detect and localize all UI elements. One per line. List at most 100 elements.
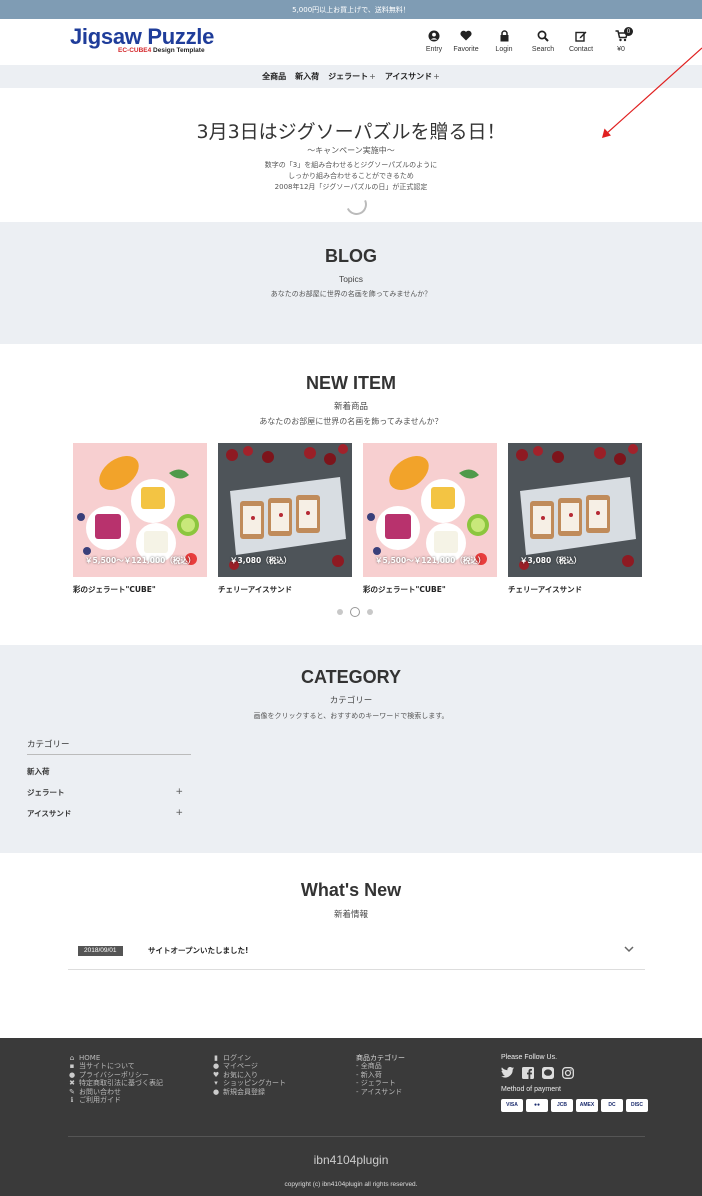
- product-image[interactable]: ￥3,080（税込）: [218, 443, 352, 577]
- footer-link-category[interactable]: - 新入荷: [356, 1071, 405, 1079]
- line-icon[interactable]: [541, 1066, 554, 1079]
- jcb-card-icon: JCB: [551, 1098, 573, 1112]
- hero-line: しっかり組み合わせることができるため: [288, 172, 414, 180]
- category-item-ice-sandwich[interactable]: アイスサンド +: [27, 803, 191, 824]
- footer-link-mypage[interactable]: ● マイページ: [212, 1062, 286, 1070]
- mastercard-icon: ●●: [526, 1098, 548, 1112]
- hero-subtitle: 〜キャンペーン実施中〜: [307, 146, 395, 155]
- lock-icon: [499, 28, 510, 43]
- payment-heading: Method of payment: [501, 1086, 561, 1094]
- nav-gelato[interactable]: ジェラート+: [328, 71, 376, 82]
- product-card[interactable]: ￥5,500～￥121,000（税込） 彩のジェラート"CUBE": [363, 443, 497, 595]
- footer-copyright: copyright (c) ibn4104plugin all rights r…: [284, 1181, 418, 1188]
- category-sidebar: カテゴリー 新入荷 ジェラート + アイスサンド +: [27, 738, 191, 824]
- product-image[interactable]: ￥5,500～￥121,000（税込）: [73, 443, 207, 577]
- blog-subtitle: Topics: [338, 274, 364, 284]
- cart-link[interactable]: 0 ¥0: [601, 27, 641, 53]
- category-item-gelato[interactable]: ジェラート +: [27, 782, 191, 803]
- site-logo[interactable]: Jigsaw Puzzle EC-CUBE4 Design Template: [70, 24, 215, 55]
- logo-title: Jigsaw Puzzle: [70, 24, 215, 49]
- site-header: Jigsaw Puzzle EC-CUBE4 Design Template E…: [0, 19, 702, 65]
- footer-link-category[interactable]: - 全商品: [356, 1062, 405, 1070]
- nav-ice-sandwich[interactable]: アイスサンド+: [385, 71, 440, 82]
- site-footer: ⌂ HOME ▪ 当サイトについて ● プライバシーポリシー ✖ 特定商取引法に基づく表…: [0, 1038, 702, 1196]
- product-image[interactable]: ￥3,080（税込）: [508, 443, 642, 577]
- footer-link-category[interactable]: - アイスサンド: [356, 1088, 405, 1096]
- mypage-icon: ●: [212, 1062, 220, 1071]
- follow-heading: Please Follow Us.: [501, 1054, 558, 1061]
- category-subtitle: カテゴリー: [329, 696, 373, 706]
- chevron-down-icon[interactable]: [622, 942, 636, 956]
- facebook-icon[interactable]: [521, 1066, 534, 1079]
- contact-link[interactable]: Contact: [561, 28, 601, 53]
- footer-link-favorite[interactable]: ♥ お気に入り: [212, 1071, 286, 1079]
- product-card[interactable]: ￥3,080（税込） チェリーアイスサンド: [508, 443, 642, 595]
- carousel-dot-active[interactable]: [350, 607, 360, 617]
- carousel-dots: [337, 607, 373, 617]
- favorite-link[interactable]: Favorite: [446, 28, 486, 53]
- payment-methods: VISA ●● JCB AMEX DC DISC: [501, 1098, 648, 1112]
- product-image[interactable]: ￥5,500～￥121,000（税込）: [363, 443, 497, 577]
- user-icon: ●: [212, 1087, 220, 1096]
- cart-icon: 0: [601, 27, 641, 43]
- expand-icon[interactable]: +: [175, 782, 183, 803]
- loading-spinner-icon: [343, 191, 370, 218]
- new-item-description: あなたのお部屋に世界の名画を飾ってみませんか？: [259, 417, 443, 426]
- footer-link-law[interactable]: ✖ 特定商取引法に基づく表記: [68, 1079, 163, 1087]
- law-icon: ✖: [69, 1079, 75, 1088]
- nav-all-products[interactable]: 全商品: [262, 71, 286, 82]
- search-link[interactable]: Search: [523, 28, 563, 53]
- footer-link-category[interactable]: - ジェラート: [356, 1079, 405, 1087]
- announcement-bar: 5,000円以上お買上げで、送料無料！: [0, 0, 702, 19]
- announcement-text: 5,000円以上お買上げで、送料無料！: [292, 5, 410, 14]
- expand-icon[interactable]: +: [175, 803, 183, 824]
- category-item-new[interactable]: 新入荷: [27, 761, 191, 782]
- user-icon: [428, 28, 440, 43]
- footer-link-cart[interactable]: ▾ ショッピングカート: [212, 1079, 286, 1087]
- new-item-subtitle: 新着商品: [333, 402, 368, 412]
- footer-link-login[interactable]: ▮ ログイン: [212, 1054, 286, 1062]
- nav-new-arrivals[interactable]: 新入荷: [295, 71, 319, 82]
- guide-icon: ℹ: [70, 1096, 74, 1105]
- instagram-icon[interactable]: [561, 1066, 574, 1079]
- product-price: ￥5,500～￥121,000（税込）: [85, 556, 196, 565]
- mail-icon: ✎: [69, 1087, 75, 1096]
- hero-line: 数字の「3」を組み合わせるとジグソーパズルのように: [264, 161, 438, 169]
- edit-icon: [575, 28, 587, 43]
- new-item-title: NEW ITEM: [306, 373, 396, 393]
- product-card[interactable]: ￥3,080（税込） チェリーアイスサンド: [218, 443, 352, 595]
- lock-icon: ▮: [214, 1054, 218, 1062]
- twitter-icon[interactable]: [501, 1066, 514, 1079]
- cart-count-badge: 0: [624, 27, 633, 36]
- cart-icon: ▾: [214, 1079, 218, 1088]
- footer-link-contact[interactable]: ✎ お問い合わせ: [68, 1088, 163, 1096]
- logo-subtitle: EC-CUBE4 Design Template: [118, 47, 205, 54]
- category-nav: 全商品 新入荷 ジェラート+ アイスサンド+: [0, 65, 702, 88]
- footer-link-about[interactable]: ▪ 当サイトについて: [68, 1062, 163, 1070]
- visa-card-icon: VISA: [501, 1098, 523, 1112]
- hero-title: 3月3日はジグソーパズルを贈る日！: [196, 121, 506, 143]
- footer-brand[interactable]: ibn4104plugin: [0, 1153, 702, 1167]
- footer-link-register[interactable]: ● 新規会員登録: [212, 1088, 286, 1096]
- product-name[interactable]: チェリーアイスサンド: [508, 584, 642, 595]
- login-link[interactable]: Login: [484, 28, 524, 53]
- expand-icon: +: [433, 72, 440, 81]
- hero-banner: 3月3日はジグソーパズルを贈る日！ 〜キャンペーン実施中〜 数字の「3」を組み合…: [0, 88, 702, 222]
- category-title: CATEGORY: [300, 667, 401, 687]
- product-name[interactable]: 彩のジェラート"CUBE": [363, 584, 497, 595]
- carousel-dot[interactable]: [337, 609, 343, 615]
- footer-col-categories: 商品カテゴリー - 全商品 - 新入荷 - ジェラート - アイスサンド: [356, 1054, 405, 1096]
- footer-link-guide[interactable]: ℹ ご利用ガイド: [68, 1096, 163, 1104]
- product-name[interactable]: チェリーアイスサンド: [218, 584, 352, 595]
- info-icon: ▪: [69, 1062, 75, 1071]
- category-description: 画像をクリックすると、おすすめのキーワードで検索します。: [253, 712, 449, 720]
- footer-link-privacy[interactable]: ● プライバシーポリシー: [68, 1071, 163, 1079]
- news-title[interactable]: サイトオープンいたしました!: [148, 945, 248, 956]
- discover-card-icon: DISC: [626, 1098, 648, 1112]
- product-card[interactable]: ￥5,500～￥121,000（税込） 彩のジェラート"CUBE": [73, 443, 207, 595]
- news-item[interactable]: 2018/09/01 サイトオープンいたしました!: [68, 940, 645, 970]
- product-name[interactable]: 彩のジェラート"CUBE": [73, 584, 207, 595]
- carousel-dot[interactable]: [367, 609, 373, 615]
- whats-new-title: What's New: [300, 880, 402, 900]
- footer-col-info: ⌂ HOME ▪ 当サイトについて ● プライバシーポリシー ✖ 特定商取引法に基づく表…: [68, 1054, 163, 1104]
